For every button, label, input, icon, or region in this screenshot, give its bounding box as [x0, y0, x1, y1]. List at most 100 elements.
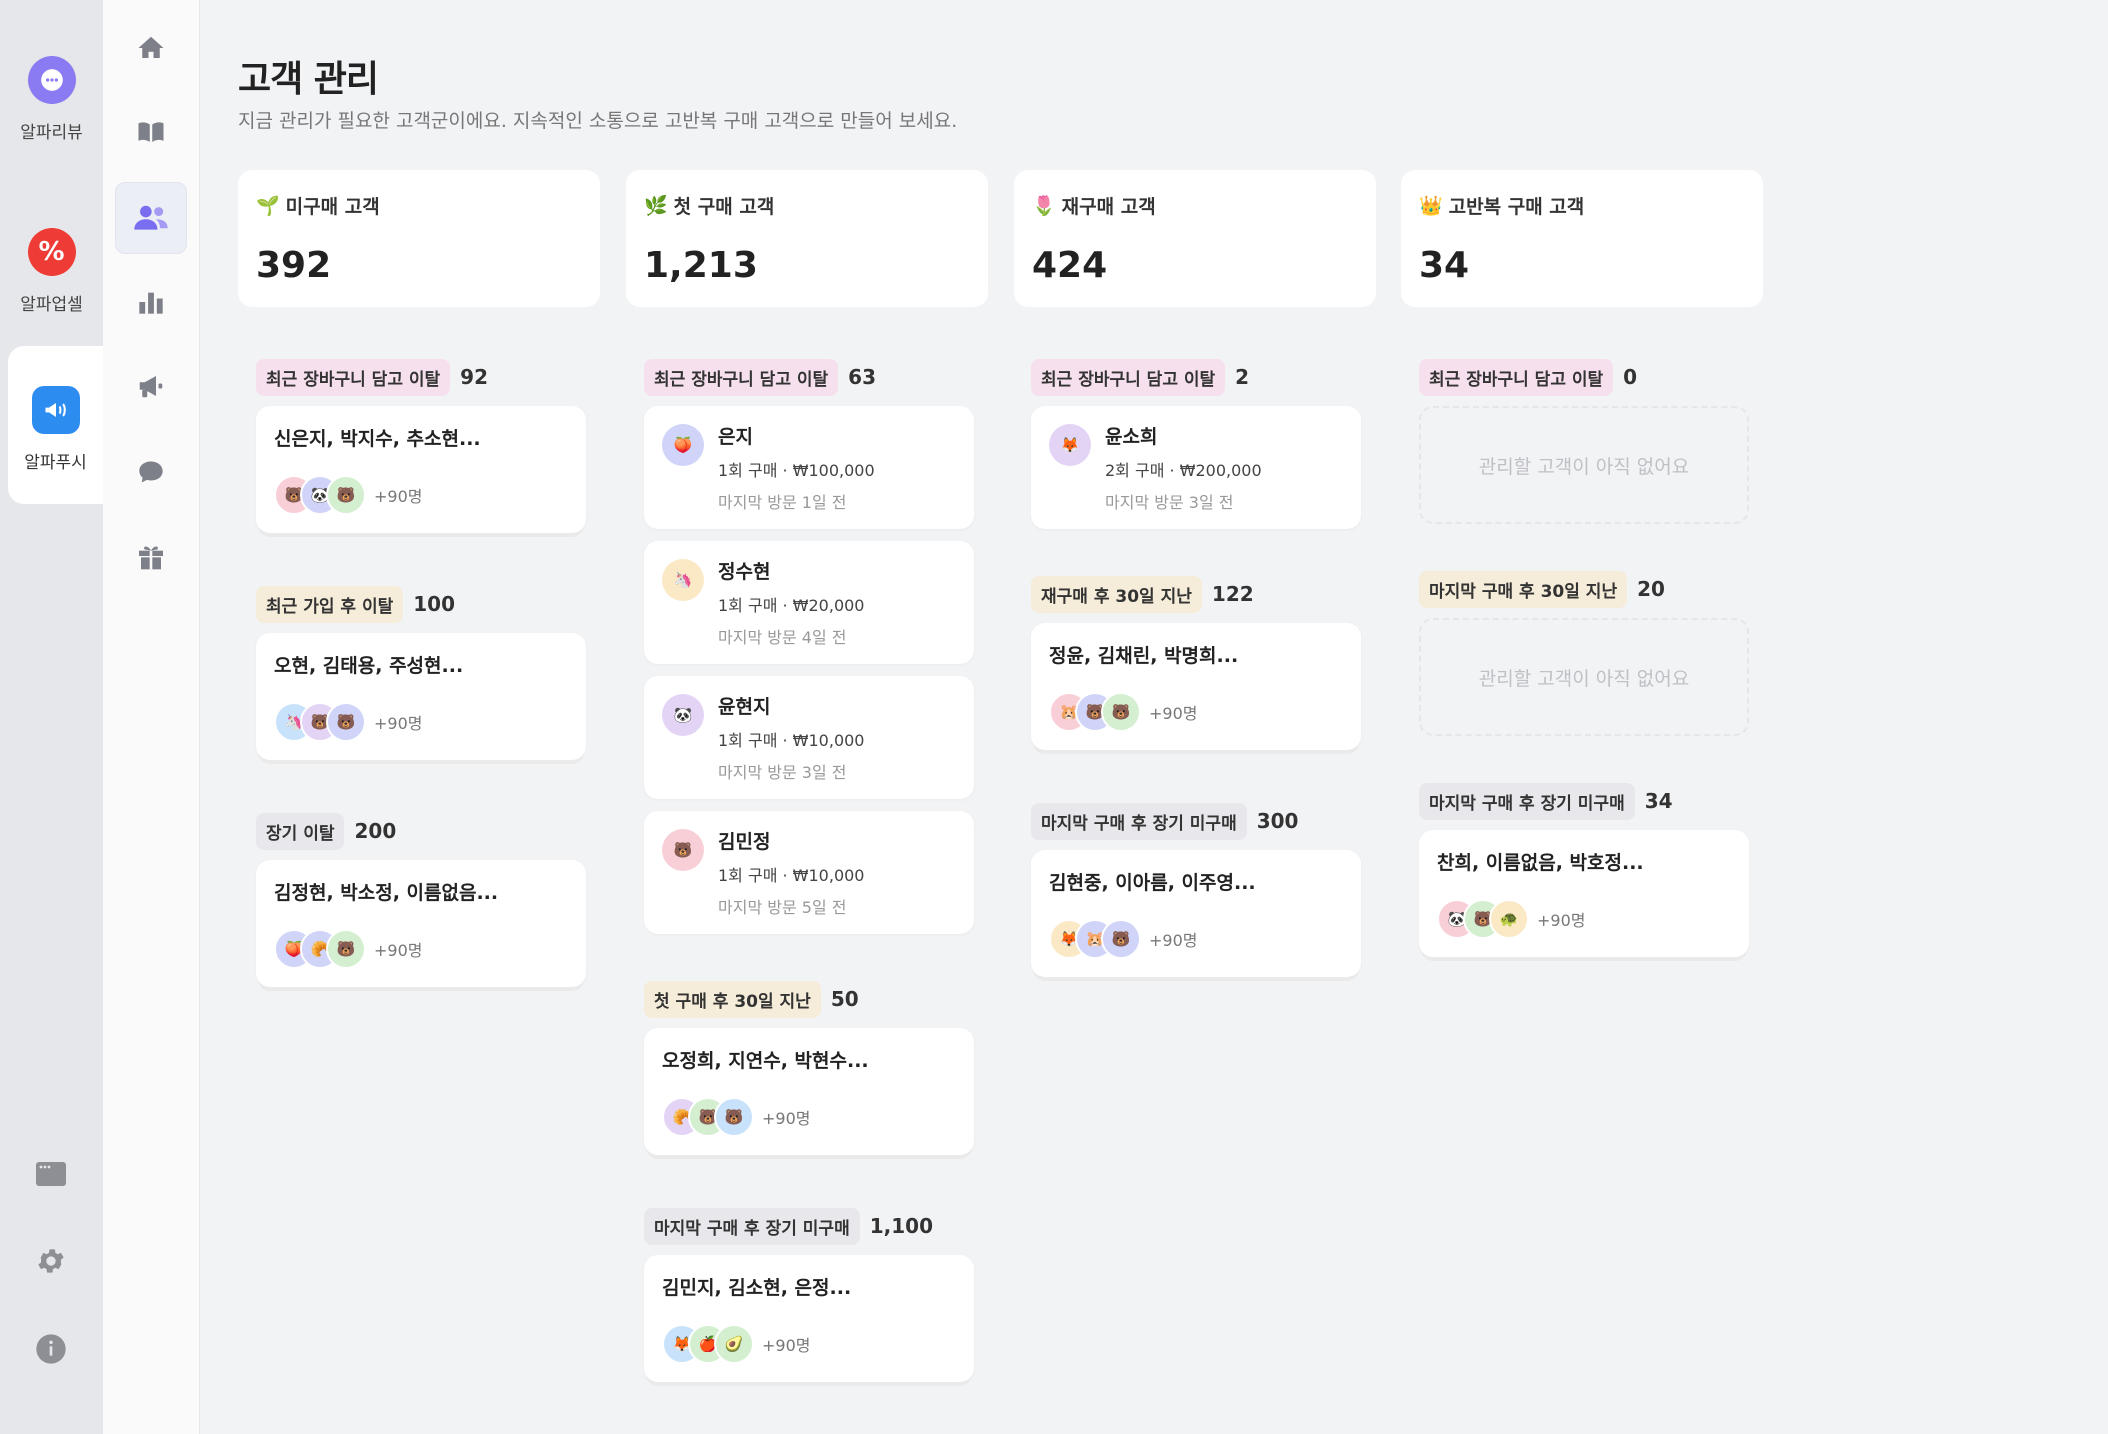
- segment-tag: 마지막 구매 후 30일 지난: [1419, 570, 1628, 608]
- book-icon[interactable]: [115, 96, 187, 168]
- segment-card[interactable]: 찬희, 이름없음, 박호정... 🐼 🐻 🐢 +90명: [1419, 830, 1749, 957]
- last-visit: 마지막 방문 3일 전: [718, 763, 847, 782]
- percent-badge-icon: %: [27, 228, 76, 276]
- stat-label: 고반복 구매 고객: [1448, 196, 1585, 218]
- segment-card[interactable]: 김현중, 이아름, 이주영... 🦊 🐹 🐻 +90명: [1031, 850, 1361, 977]
- crown-icon: 👑: [1419, 195, 1443, 217]
- stat-card-repurchase[interactable]: 🌷 재구매 고객 424: [1014, 170, 1376, 307]
- segment-card[interactable]: 김민지, 김소현, 은정... 🦊 🍎 🥑 +90명: [644, 1255, 974, 1382]
- customer-names: 오정희, 지연수, 박현수...: [662, 1050, 869, 1072]
- last-visit: 마지막 방문 1일 전: [718, 493, 847, 512]
- customer-name: 은지: [718, 426, 753, 448]
- stat-value: 1,213: [644, 245, 758, 286]
- segment-tag: 최근 장바구니 담고 이탈: [1031, 358, 1226, 396]
- more-count: +90명: [762, 1109, 811, 1128]
- segment-tag: 최근 장바구니 담고 이탈: [256, 358, 451, 396]
- app-alpha-review[interactable]: 알파리뷰: [0, 56, 103, 214]
- segment-card[interactable]: 신은지, 박지수, 추소현... 🐻 🐼 🐻 +90명: [256, 406, 586, 533]
- stat-label: 첫 구매 고객: [673, 196, 775, 218]
- last-visit: 마지막 방문 4일 전: [718, 628, 847, 647]
- home-icon[interactable]: [115, 12, 187, 84]
- app-label: 알파리뷰: [20, 123, 83, 143]
- customer-card[interactable]: 🐻 김민정 1회 구매 · ₩10,000 마지막 방문 5일 전: [644, 811, 974, 934]
- more-count: +90명: [374, 487, 423, 506]
- app-rail: 알파리뷰 % 알파업셀 알파푸시: [0, 0, 103, 1434]
- chat-bubble-icon[interactable]: [115, 436, 187, 508]
- segment-count: 50: [830, 987, 859, 1011]
- segment-group: 마지막 구매 후 장기 미구매 1,100 김민지, 김소현, 은정... 🦊 🍎…: [644, 1207, 974, 1382]
- segment-card[interactable]: 오현, 김태용, 주성현... 🦄 🐻 🐻 +90명: [256, 633, 586, 760]
- last-visit: 마지막 방문 5일 전: [718, 898, 847, 917]
- more-count: +90명: [374, 941, 423, 960]
- segment-count: 92: [460, 365, 488, 389]
- stat-label: 미구매 고객: [285, 196, 380, 218]
- customer-names: 정윤, 김채린, 박명희...: [1049, 645, 1239, 667]
- customer-card[interactable]: 🦄 정수현 1회 구매 · ₩20,000 마지막 방문 4일 전: [644, 541, 974, 664]
- bar-chart-icon[interactable]: [115, 266, 187, 338]
- column-non-purchase: 최근 장바구니 담고 이탈 92 신은지, 박지수, 추소현... 🐻 🐼 🐻 +…: [256, 358, 586, 1041]
- stat-card-high-repeat[interactable]: 👑 고반복 구매 고객 34: [1401, 170, 1763, 307]
- purchase-summary: 1회 구매 · ₩10,000: [718, 866, 865, 885]
- more-count: +90명: [1149, 931, 1198, 950]
- stat-value: 392: [256, 245, 332, 286]
- segment-card[interactable]: 오정희, 지연수, 박현수... 🥐 🐻 🐻 +90명: [644, 1028, 974, 1155]
- avatar-stack: 🍑 🥐 🐻 +90명: [274, 929, 568, 969]
- customer-card[interactable]: 🐼 윤현지 1회 구매 · ₩10,000 마지막 방문 3일 전: [644, 676, 974, 799]
- customer-names: 김정현, 박소정, 이름없음...: [274, 882, 499, 904]
- customer-card[interactable]: 🦊 윤소희 2회 구매 · ₩200,000 마지막 방문 3일 전: [1031, 406, 1361, 529]
- tulip-icon: 🌷: [1032, 195, 1056, 217]
- stat-card-first-purchase[interactable]: 🌿 첫 구매 고객 1,213: [626, 170, 988, 307]
- segment-group: 첫 구매 후 30일 지난 50 오정희, 지연수, 박현수... 🥐 🐻 🐻 +…: [644, 980, 974, 1155]
- info-icon[interactable]: [34, 1332, 68, 1366]
- segment-tag: 최근 가입 후 이탈: [256, 585, 404, 623]
- megaphone-icon[interactable]: [115, 350, 187, 422]
- customer-names: 김현중, 이아름, 이주영...: [1049, 872, 1256, 894]
- purchase-summary: 1회 구매 · ₩100,000: [718, 461, 875, 480]
- peach-avatar: 🍑: [662, 424, 704, 466]
- stat-value: 34: [1419, 245, 1470, 286]
- customer-name: 김민정: [718, 831, 771, 853]
- purchase-summary: 1회 구매 · ₩10,000: [718, 731, 865, 750]
- sprout-icon: 🌱: [256, 195, 280, 217]
- customer-card[interactable]: 🍑 은지 1회 구매 · ₩100,000 마지막 방문 1일 전: [644, 406, 974, 529]
- avatar-stack: 🦄 🐻 🐻 +90명: [274, 702, 568, 742]
- segment-tag: 장기 이탈: [256, 812, 345, 850]
- segment-card[interactable]: 김정현, 박소정, 이름없음... 🍑 🥐 🐻 +90명: [256, 860, 586, 987]
- stat-label: 재구매 고객: [1061, 196, 1156, 218]
- column-first-purchase: 최근 장바구니 담고 이탈 63 🍑 은지 1회 구매 · ₩100,000 마지…: [644, 358, 974, 1434]
- segment-card[interactable]: 정윤, 김채린, 박명희... 🐹 🐻 🐻 +90명: [1031, 623, 1361, 750]
- empty-state: 관리할 고객이 아직 없어요: [1419, 618, 1749, 736]
- bear-avatar: 🐻: [662, 829, 704, 871]
- stat-card-non-purchase[interactable]: 🌱 미구매 고객 392: [238, 170, 600, 307]
- segment-group: 마지막 구매 후 장기 미구매 300 김현중, 이아름, 이주영... 🦊 🐹 …: [1031, 802, 1361, 977]
- segment-group: 최근 장바구니 담고 이탈 63 🍑 은지 1회 구매 · ₩100,000 마지…: [644, 358, 974, 934]
- customer-names: 김민지, 김소현, 은정...: [662, 1277, 852, 1299]
- segment-tag: 마지막 구매 후 장기 미구매: [1031, 802, 1247, 840]
- bear-avatar: 🐻: [326, 475, 366, 515]
- segment-tag: 마지막 구매 후 장기 미구매: [1419, 782, 1635, 820]
- chat-bubble-icon: [27, 56, 76, 104]
- more-count: +90명: [374, 714, 423, 733]
- more-count: +90명: [1537, 911, 1586, 930]
- window-icon[interactable]: [34, 1157, 68, 1191]
- purchase-summary: 1회 구매 · ₩20,000: [718, 596, 865, 615]
- users-icon[interactable]: [115, 182, 187, 254]
- segment-tag: 첫 구매 후 30일 지난: [644, 980, 821, 1018]
- segment-tag: 최근 장바구니 담고 이탈: [1419, 358, 1614, 396]
- empty-state: 관리할 고객이 아직 없어요: [1419, 406, 1749, 524]
- segment-group: 마지막 구매 후 장기 미구매 34 찬희, 이름없음, 박호정... 🐼 🐻 🐢…: [1419, 782, 1749, 957]
- app-label: 알파푸시: [24, 453, 87, 473]
- sub-navigation: [103, 0, 200, 1434]
- more-count: +90명: [762, 1336, 811, 1355]
- segment-tag: 마지막 구매 후 장기 미구매: [644, 1207, 860, 1245]
- customer-names: 찬희, 이름없음, 박호정...: [1437, 852, 1644, 874]
- bear-avatar: 🐻: [326, 929, 366, 969]
- column-high-repeat: 최근 장바구니 담고 이탈 0 관리할 고객이 아직 없어요 마지막 구매 후 3…: [1419, 358, 1749, 1011]
- gear-icon[interactable]: [34, 1244, 68, 1278]
- gift-icon[interactable]: [115, 520, 187, 592]
- segment-count: 100: [413, 592, 455, 616]
- app-alpha-push[interactable]: 알파푸시: [8, 346, 103, 504]
- panda-avatar: 🐼: [662, 694, 704, 736]
- segment-group: 최근 장바구니 담고 이탈 2 🦊 윤소희 2회 구매 · ₩200,000 마지…: [1031, 358, 1361, 529]
- customer-name: 윤현지: [718, 696, 771, 718]
